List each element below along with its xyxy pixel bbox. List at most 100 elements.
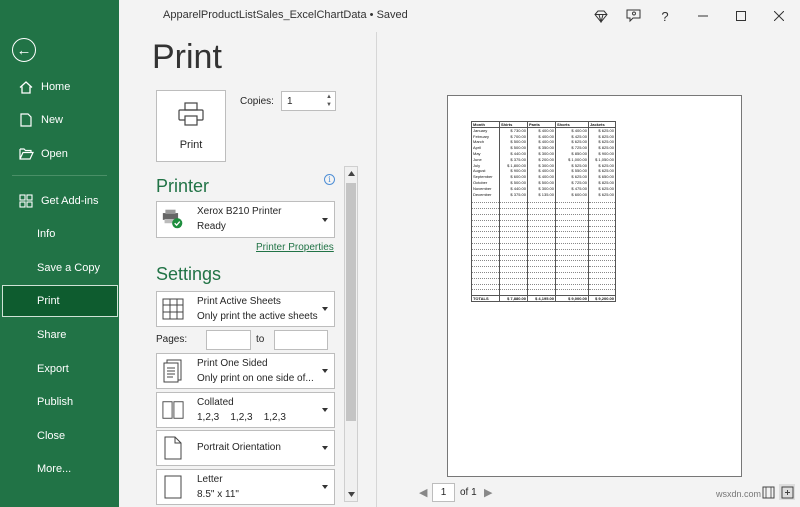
- sidebar-item-label: Publish: [37, 396, 74, 408]
- letter-page-icon: [162, 475, 184, 499]
- backstage-sidebar: ← Home New Open Get Add-ins Info Save a …: [0, 0, 119, 507]
- sided-title: Print One Sided: [197, 358, 268, 369]
- print-button-label: Print: [179, 138, 203, 151]
- previous-page-icon[interactable]: ◀: [419, 486, 427, 499]
- preview-table: Month Shirts Pants Shorts Jackets Januar…: [471, 121, 616, 303]
- copies-label: Copies:: [240, 96, 274, 107]
- sidebar-divider: [12, 175, 107, 176]
- collation-title: Collated: [197, 397, 234, 408]
- back-arrow-icon[interactable]: ←: [12, 38, 36, 62]
- diamond-icon[interactable]: [590, 6, 612, 26]
- sidebar-item-label: Save a Copy: [37, 262, 100, 274]
- chevron-down-icon: [322, 408, 328, 412]
- next-page-icon[interactable]: ▶: [484, 486, 492, 499]
- sidebar-item-label: Print: [37, 295, 60, 307]
- chevron-down-icon: [322, 307, 328, 311]
- sidebar-item-save-a-copy[interactable]: Save a Copy: [0, 252, 119, 284]
- collated-icon: [162, 398, 184, 422]
- printer-ready-icon: [162, 207, 184, 231]
- open-folder-icon: [16, 148, 36, 160]
- home-icon: [16, 80, 36, 94]
- totals-cell: $ 9,200.00: [588, 295, 616, 303]
- copies-stepper[interactable]: 1 ▲ ▼: [281, 91, 336, 111]
- totals-cell: $ 9,000.00: [555, 295, 589, 303]
- sidebar-item-label: Home: [41, 81, 71, 93]
- sidebar-item-open[interactable]: Open: [0, 138, 119, 170]
- coauthoring-icon[interactable]: [622, 6, 644, 26]
- totals-row: TOTALS $ 7,880.00 $ 4,195.00 $ 9,000.00 $ 9,…: [471, 295, 616, 303]
- print-scope-title: Print Active Sheets: [197, 296, 281, 307]
- paper-size-title: Letter: [197, 474, 223, 485]
- sidebar-item-label: More...: [37, 463, 72, 475]
- minimize-icon[interactable]: [692, 6, 714, 26]
- paper-size-select[interactable]: Letter 8.5" x 11": [156, 469, 335, 505]
- sheet-grid-icon: [162, 297, 184, 321]
- collation-select[interactable]: Collated 1,2,3 1,2,3 1,2,3: [156, 392, 335, 428]
- settings-scrollbar[interactable]: [344, 166, 358, 502]
- info-icon[interactable]: i: [324, 174, 335, 185]
- pages-to-input[interactable]: [274, 330, 328, 350]
- sidebar-item-publish[interactable]: Publish: [0, 386, 119, 418]
- scrollbar-thumb[interactable]: [346, 183, 356, 421]
- pages-label: Pages:: [156, 334, 188, 345]
- maximize-icon[interactable]: [730, 6, 752, 26]
- printer-status: Ready: [197, 221, 226, 232]
- sidebar-item-home[interactable]: Home: [0, 71, 119, 103]
- sidebar-item-print[interactable]: Print: [2, 285, 118, 317]
- sidebar-item-more[interactable]: More...: [0, 453, 119, 485]
- title-bar: ApparelProductListSales_ExcelChartData •…: [119, 0, 800, 32]
- settings-heading: Settings: [156, 264, 222, 284]
- sidebar-item-close[interactable]: Close: [0, 420, 119, 452]
- new-file-icon: [16, 113, 36, 127]
- sided-select[interactable]: Print One Sided Only print on one side o…: [156, 353, 335, 389]
- printer-name: Xerox B210 Printer: [197, 206, 282, 217]
- sidebar-item-label: Info: [37, 228, 56, 240]
- chevron-down-icon: [322, 485, 328, 489]
- paper-size-desc: 8.5" x 11": [197, 489, 239, 500]
- print-preview-page: Month Shirts Pants Shorts Jackets Januar…: [447, 95, 742, 477]
- totals-cell: TOTALS: [471, 295, 500, 303]
- print-scope-desc: Only print the active sheets: [197, 311, 318, 322]
- printer-icon: [178, 101, 204, 131]
- page-title: Print: [152, 38, 222, 76]
- sidebar-item-info[interactable]: Info: [0, 218, 119, 250]
- show-margins-icon[interactable]: [760, 484, 776, 500]
- portrait-page-icon: [162, 436, 184, 460]
- sidebar-item-get-add-ins[interactable]: Get Add-ins: [0, 185, 119, 217]
- sidebar-item-share[interactable]: Share: [0, 319, 119, 351]
- pages-from-input[interactable]: [206, 330, 251, 350]
- chevron-down-icon: [322, 217, 328, 222]
- printer-properties-link[interactable]: Printer Properties: [256, 242, 334, 253]
- print-button[interactable]: Print: [156, 90, 226, 162]
- spin-arrows-icon[interactable]: ▲ ▼: [326, 93, 332, 109]
- printer-heading: Printer: [156, 176, 210, 196]
- page-number-input[interactable]: 1: [432, 483, 455, 502]
- preview-divider: [376, 32, 377, 507]
- sidebar-item-label: Open: [41, 148, 68, 160]
- sidebar-item-label: Close: [37, 430, 66, 442]
- print-scope-select[interactable]: Print Active Sheets Only print the activ…: [156, 291, 335, 327]
- scroll-down-icon[interactable]: [345, 488, 357, 501]
- chevron-down-icon: [322, 446, 328, 450]
- printer-select[interactable]: Xerox B210 Printer Ready: [156, 201, 335, 238]
- watermark-text: wsxdn.com: [716, 489, 762, 499]
- sidebar-item-label: Share: [37, 329, 67, 341]
- page-count-label: of 1: [460, 487, 477, 498]
- copies-value: 1: [287, 96, 293, 107]
- totals-cell: $ 4,195.00: [527, 295, 556, 303]
- add-ins-icon: [16, 194, 36, 208]
- zoom-to-page-icon[interactable]: [779, 484, 795, 500]
- totals-cell: $ 7,880.00: [499, 295, 528, 303]
- one-sided-page-icon: [162, 359, 184, 383]
- sidebar-item-label: New: [41, 114, 64, 126]
- sidebar-item-new[interactable]: New: [0, 104, 119, 136]
- scroll-up-icon[interactable]: [345, 167, 357, 180]
- help-button[interactable]: ?: [654, 6, 676, 26]
- pages-to-label: to: [256, 334, 265, 345]
- close-icon[interactable]: [768, 6, 790, 26]
- sidebar-item-label: Get Add-ins: [41, 195, 99, 207]
- orientation-select[interactable]: Portrait Orientation: [156, 430, 335, 466]
- chevron-down-icon: [322, 369, 328, 373]
- orientation-title: Portrait Orientation: [197, 442, 281, 453]
- sidebar-item-export[interactable]: Export: [0, 353, 119, 385]
